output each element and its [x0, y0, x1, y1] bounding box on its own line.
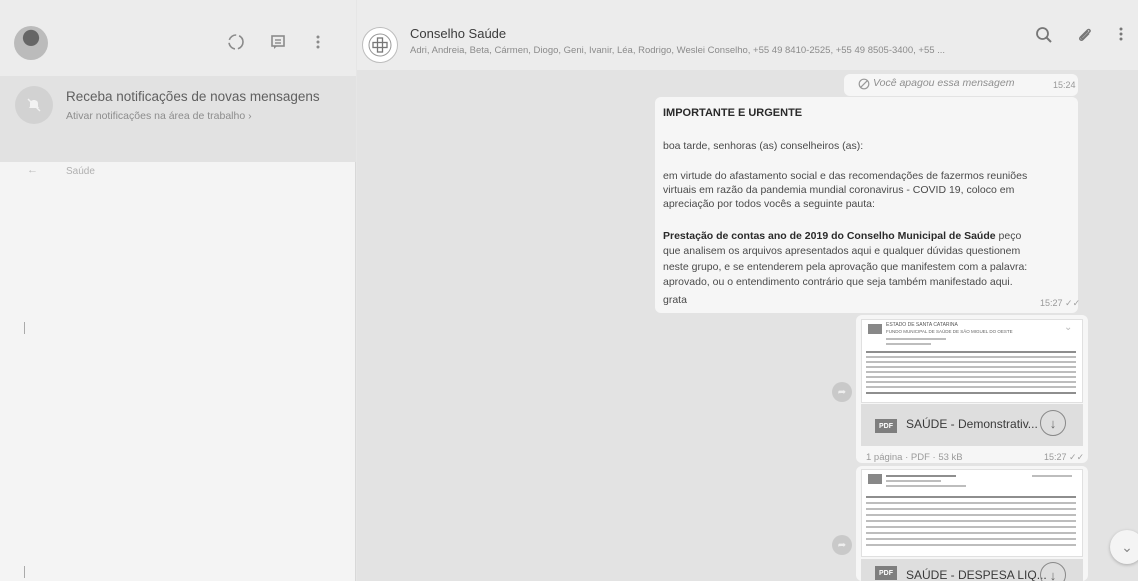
download-icon[interactable]: ↓	[1040, 562, 1066, 581]
document-line	[886, 475, 956, 477]
document-line	[886, 485, 966, 487]
document-thumbnail[interactable]: ESTADO DE SANTA CATARINA FUNDO MUNICIPAL…	[861, 319, 1083, 403]
document-header: ESTADO DE SANTA CATARINA	[886, 322, 958, 328]
document-line	[866, 526, 1076, 528]
document-line	[886, 480, 941, 482]
search-icon[interactable]	[1035, 26, 1053, 49]
document-thumbnail[interactable]	[861, 469, 1083, 557]
document-line	[866, 392, 1076, 394]
new-chat-icon[interactable]	[268, 32, 288, 52]
file-meta: 1 página · PDF · 53 kB	[866, 452, 963, 463]
document-line	[866, 514, 1076, 516]
chevron-down-icon[interactable]: ⌄	[1110, 530, 1138, 564]
search-input[interactable]	[66, 162, 316, 180]
scroll-mark	[24, 322, 25, 334]
group-avatar[interactable]	[362, 27, 398, 63]
back-arrow-icon[interactable]: ←	[27, 164, 38, 176]
health-cross-icon	[368, 33, 392, 57]
paperclip-icon[interactable]	[1076, 26, 1094, 49]
message-bold-line: Prestação de contas ano de 2019 do Conse…	[663, 230, 1021, 242]
scroll-mark	[24, 566, 25, 578]
sidebar-header	[0, 0, 356, 76]
document-line	[1032, 475, 1072, 477]
message-time: 15:27 ✓✓	[1044, 452, 1084, 463]
message-bold-text: Prestação de contas ano de 2019 do Conse…	[663, 230, 996, 242]
document-line	[866, 376, 1076, 378]
enable-notifications-link[interactable]: Ativar notificações na área de trabalho …	[66, 110, 252, 122]
message-line: que analisem os arquivos apresentados aq…	[663, 245, 1021, 257]
file-name: SAÚDE - DESPESA LIQ...	[906, 568, 1047, 581]
download-icon[interactable]: ↓	[1040, 410, 1066, 436]
message-line: boa tarde, senhoras (as) conselheiros (a…	[663, 140, 864, 152]
forward-icon[interactable]: ➦	[832, 382, 852, 402]
document-line	[866, 538, 1076, 540]
avatar[interactable]	[14, 26, 48, 60]
read-check-icon: ✓✓	[1065, 298, 1081, 308]
document-line	[866, 502, 1076, 504]
document-line	[866, 361, 1076, 363]
pdf-icon: PDF	[875, 566, 897, 580]
document-line	[866, 532, 1076, 534]
document-line	[866, 544, 1076, 546]
forward-icon[interactable]: ➦	[832, 535, 852, 555]
pdf-icon: PDF	[875, 419, 897, 433]
document-line	[886, 343, 931, 345]
document-line	[866, 371, 1076, 373]
document-line	[866, 381, 1076, 383]
message-line: apreciação por todos vocês a seguinte pa…	[663, 198, 875, 210]
menu-icon[interactable]	[308, 32, 328, 52]
message-bold-suffix: peço	[995, 230, 1022, 242]
document-line	[866, 351, 1076, 353]
chat-menu-icon[interactable]	[1118, 26, 1124, 47]
message-line: neste grupo, e se entenderem pela aprova…	[663, 261, 1028, 273]
document-line	[886, 338, 946, 340]
message-time: 15:27 ✓✓	[1040, 298, 1080, 309]
document-line	[866, 508, 1076, 510]
document-line	[866, 386, 1076, 388]
file-name: SAÚDE - Demonstrativ...	[906, 417, 1038, 431]
blocked-icon	[858, 77, 870, 95]
message-line: virtuais em razão da pandemia mundial co…	[663, 184, 1015, 196]
chat-title: Conselho Saúde	[410, 26, 507, 41]
document-emblem	[868, 474, 882, 484]
status-icon[interactable]	[226, 32, 246, 52]
chevron-down-icon[interactable]: ⌄	[1064, 322, 1078, 334]
document-line	[866, 496, 1076, 498]
notification-title: Receba notificações de novas mensagens	[66, 89, 320, 104]
message-title: IMPORTANTE E URGENTE	[663, 107, 803, 119]
document-line	[866, 366, 1076, 368]
deleted-message-text: Você apagou essa mensagem	[873, 77, 1015, 89]
message-time: 15:24	[1053, 80, 1076, 90]
chat-members: Adri, Andreia, Beta, Cármen, Diogo, Geni…	[410, 45, 946, 56]
document-subheader: FUNDO MUNICIPAL DE SAÚDE DE SÃO MIGUEL D…	[886, 329, 1013, 334]
message-line: em virtude do afastamento social e das r…	[663, 170, 1028, 182]
message-time-text: 15:27	[1044, 452, 1067, 462]
message-line: grata	[663, 294, 687, 306]
document-line	[866, 356, 1076, 358]
document-emblem	[868, 324, 882, 334]
notification-bell-icon	[15, 86, 53, 124]
document-line	[866, 520, 1076, 522]
message-time-text: 15:27	[1040, 298, 1063, 308]
read-check-icon: ✓✓	[1069, 452, 1085, 462]
message-line: aprovado, ou o entendimento contrário qu…	[663, 276, 1013, 288]
